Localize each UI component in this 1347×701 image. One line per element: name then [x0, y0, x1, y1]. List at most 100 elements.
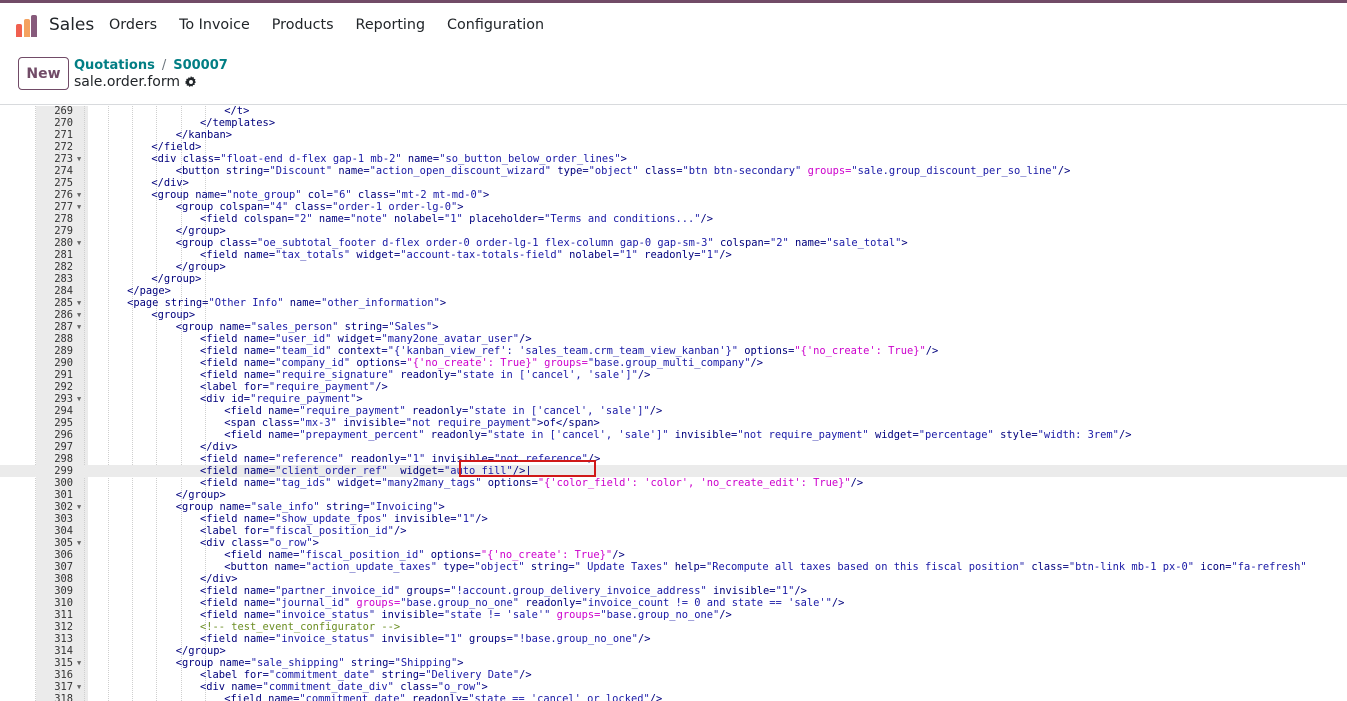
menu-configuration[interactable]: Configuration [447, 17, 544, 33]
code-line[interactable]: 280 ▼ <group class="oe_subtotal_footer d-f… [0, 237, 1347, 249]
fold-caret-icon[interactable]: ▼ [77, 393, 81, 405]
code-line[interactable]: 306 <field name="fiscal_position_id" opti… [0, 549, 1347, 561]
code-line[interactable]: 288 <field name="user_id" widget="many2on… [0, 333, 1347, 345]
code-line[interactable]: 272 </field> [0, 141, 1347, 153]
sales-app-icon[interactable] [16, 15, 38, 37]
code-line[interactable]: 293 ▼ <div id="require_payment"> [0, 393, 1347, 405]
code-line[interactable]: 274 <button string="Discount" name="actio… [0, 165, 1347, 177]
code-token: </templates> [200, 117, 276, 129]
code-line[interactable]: 301 </group> [0, 489, 1347, 501]
code-line[interactable]: 269 </t> [0, 106, 1347, 117]
fold-caret-icon[interactable]: ▼ [77, 321, 81, 333]
code-text: <div id="require_payment"> [200, 393, 363, 405]
code-line[interactable]: 300 <field name="tag_ids" widget="many2ma… [0, 477, 1347, 489]
code-token: /> [393, 525, 407, 537]
gear-icon[interactable] [185, 76, 197, 88]
fold-caret-icon[interactable]: ▼ [77, 297, 81, 309]
code-line[interactable]: 286 ▼ <group> [0, 309, 1347, 321]
fold-caret-icon[interactable]: ▼ [77, 237, 81, 249]
code-line[interactable]: 273 ▼ <div class="float-end d-flex gap-1 m… [0, 153, 1347, 165]
app-name[interactable]: Sales [49, 15, 94, 35]
code-editor[interactable]: 269 </t> 270 </templates> 271 </kanban> 272 </f… [0, 106, 1347, 701]
line-number: 287 [54, 321, 73, 333]
code-line[interactable]: 304 <label for="fiscal_position_id"/> [0, 525, 1347, 537]
fold-caret-icon[interactable]: ▼ [77, 681, 81, 693]
code-token: invisible= [706, 585, 776, 597]
menu-products[interactable]: Products [272, 17, 334, 33]
line-number: 316 [54, 669, 73, 681]
code-token: <page [127, 297, 165, 309]
menu-reporting[interactable]: Reporting [356, 17, 426, 33]
code-line[interactable]: 291 <field name="require_signature" reado… [0, 369, 1347, 381]
breadcrumb-record[interactable]: S00007 [173, 58, 228, 73]
code-line[interactable]: 292 <label for="require_payment"/> [0, 381, 1347, 393]
code-line[interactable]: 276 ▼ <group name="note_group" col="6" cla… [0, 189, 1347, 201]
code-text: <field name="partner_invoice_id" groups=… [200, 585, 807, 597]
code-line[interactable]: 318 <field name="commitment_date" readonl… [0, 693, 1347, 701]
code-text: <field name="user_id" widget="many2one_a… [200, 333, 532, 345]
code-line[interactable]: 307 <button name="action_update_taxes" ty… [0, 561, 1347, 573]
code-line[interactable]: 308 </div> [0, 573, 1347, 585]
code-token: </group> [175, 489, 226, 501]
new-button[interactable]: New [18, 57, 69, 90]
code-line[interactable]: 309 <field name="partner_invoice_id" grou… [0, 585, 1347, 597]
code-line[interactable]: 275 </div> [0, 177, 1347, 189]
fold-caret-icon[interactable]: ▼ [77, 501, 81, 513]
menu-to-invoice[interactable]: To Invoice [179, 17, 250, 33]
code-token: <field [224, 693, 269, 701]
code-line[interactable]: 305 ▼ <div class="o_row"> [0, 537, 1347, 549]
code-line[interactable]: 312 <!-- test_event_configurator --> [0, 621, 1347, 633]
code-line[interactable]: 297 </div> [0, 441, 1347, 453]
code-line[interactable]: 303 <field name="show_update_fpos" invisi… [0, 513, 1347, 525]
line-number: 278 [54, 213, 73, 225]
code-line[interactable]: 302 ▼ <group name="sale_info" string="Invo… [0, 501, 1347, 513]
code-line[interactable]: 279 </group> [0, 225, 1347, 237]
code-line[interactable]: 271 </kanban> [0, 129, 1347, 141]
code-line[interactable]: 314 </group> [0, 645, 1347, 657]
fold-caret-icon[interactable]: ▼ [77, 153, 81, 165]
code-line[interactable]: 294 <field name="require_payment" readonl… [0, 405, 1347, 417]
menu-orders[interactable]: Orders [109, 17, 157, 33]
code-text: <group> [151, 309, 195, 321]
fold-caret-icon[interactable]: ▼ [77, 309, 81, 321]
code-line[interactable]: 296 <field name="prepayment_percent" read… [0, 429, 1347, 441]
breadcrumb-quotations[interactable]: Quotations [74, 58, 155, 73]
code-line[interactable]: 287 ▼ <group name="sales_person" string="S… [0, 321, 1347, 333]
code-line[interactable]: 289 <field name="team_id" context="{'kanb… [0, 345, 1347, 357]
code-line[interactable]: 278 <field colspan="2" name="note" nolabe… [0, 213, 1347, 225]
code-token: "sale.group_discount_per_so_line" [851, 165, 1058, 177]
code-line[interactable]: 298 <field name="reference" readonly="1" … [0, 453, 1347, 465]
code-line[interactable]: 285 ▼ <page string="Other Info" name="othe… [0, 297, 1347, 309]
code-line[interactable]: 311 <field name="invoice_status" invisibl… [0, 609, 1347, 621]
code-line[interactable]: 317 ▼ <div name="commitment_date_div" clas… [0, 681, 1347, 693]
code-token: name= [243, 609, 276, 621]
code-token: > [439, 297, 447, 309]
fold-caret-icon[interactable]: ▼ [77, 537, 81, 549]
line-number: 277 [54, 201, 73, 213]
code-line[interactable]: 290 <field name="company_id" options="{'n… [0, 357, 1347, 369]
code-line[interactable]: 315 ▼ <group name="sale_shipping" string="… [0, 657, 1347, 669]
code-line[interactable]: 310 <field name="journal_id" groups="base… [0, 597, 1347, 609]
code-line[interactable]: 281 <field name="tax_totals" widget="acco… [0, 249, 1347, 261]
code-line[interactable]: 313 <field name="invoice_status" invisibl… [0, 633, 1347, 645]
code-text: <page string="Other Info" name="other_in… [127, 297, 446, 309]
code-line[interactable]: 316 <label for="commitment_date" string="… [0, 669, 1347, 681]
code-line[interactable]: 282 </group> [0, 261, 1347, 273]
fold-caret-icon[interactable]: ▼ [77, 657, 81, 669]
line-number: 302 [54, 501, 73, 513]
code-token: readonly= [424, 429, 488, 441]
code-line[interactable]: 295 <span class="mx-3" invisible="not req… [0, 417, 1347, 429]
line-number: 313 [54, 633, 73, 645]
code-token: "state == 'cancel' or locked" [468, 693, 650, 701]
code-line[interactable]: 299 <field name="client_order_ref" widget… [0, 465, 1347, 477]
code-token: widget= [387, 465, 444, 477]
code-line[interactable]: 284 </page> [0, 285, 1347, 297]
code-token: "state in ['cancel', 'sale']" [468, 405, 650, 417]
fold-caret-icon[interactable]: ▼ [77, 201, 81, 213]
code-line[interactable]: 283 </group> [0, 273, 1347, 285]
code-line[interactable]: 270 </templates> [0, 117, 1347, 129]
code-token: "1" [456, 513, 476, 525]
fold-caret-icon[interactable]: ▼ [77, 189, 81, 201]
code-line[interactable]: 277 ▼ <group colspan="4" class="order-1 or… [0, 201, 1347, 213]
code-token: groups= [537, 357, 588, 369]
